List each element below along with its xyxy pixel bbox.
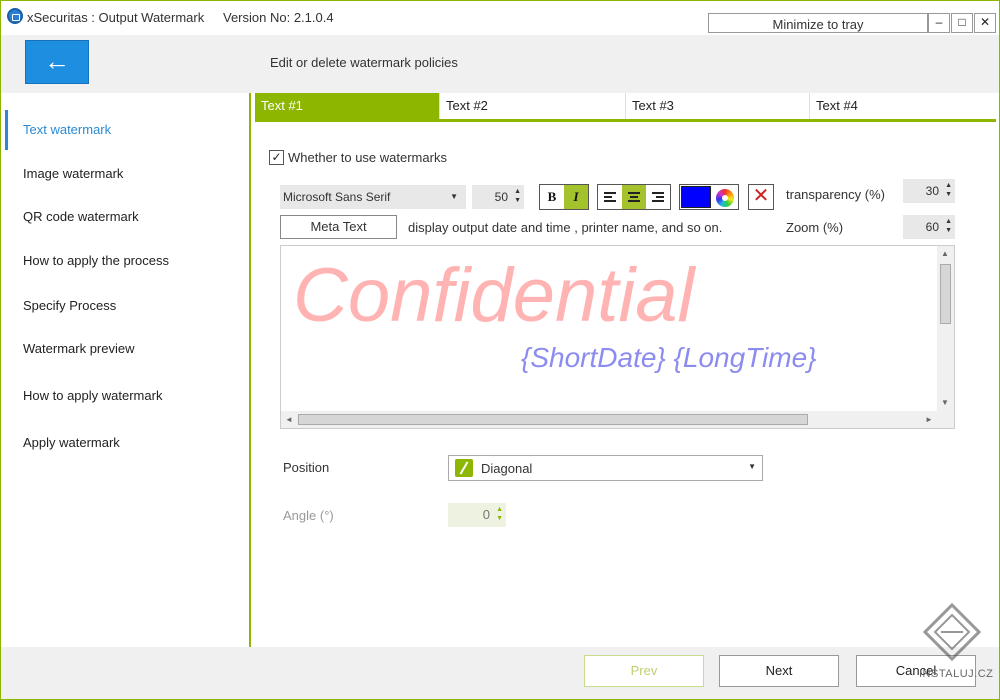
- font-family-select[interactable]: Microsoft Sans Serif ▼: [280, 185, 466, 209]
- font-style-group: B I: [539, 184, 589, 210]
- minimize-button[interactable]: –: [928, 13, 950, 33]
- page-title: Edit or delete watermark policies: [270, 55, 458, 70]
- footer-bar: Prev Next Cancel: [1, 647, 999, 699]
- page-header: ← Edit or delete watermark policies: [1, 35, 999, 93]
- sidebar: Text watermark Image watermark QR code w…: [1, 93, 251, 647]
- color-picker[interactable]: [679, 184, 739, 210]
- title-bar: xSecuritas : Output Watermark Version No…: [1, 1, 999, 35]
- transparency-value: 30: [925, 184, 939, 198]
- position-select[interactable]: Diagonal ▼: [448, 455, 763, 481]
- minimize-to-tray-button[interactable]: Minimize to tray: [708, 13, 928, 33]
- scroll-left-icon[interactable]: ◄: [285, 415, 293, 424]
- sidebar-item-how-to-apply-watermark[interactable]: How to apply watermark: [5, 376, 245, 416]
- font-size-stepper[interactable]: 50 ▲ ▼: [472, 185, 524, 209]
- align-left-icon: [604, 192, 616, 202]
- stepper-down-icon[interactable]: ▼: [514, 197, 521, 205]
- stepper-up-icon[interactable]: ▲: [496, 506, 503, 514]
- color-wheel-icon[interactable]: [716, 189, 734, 207]
- instaluj-logo-icon: [922, 602, 982, 662]
- text-tabs: Text #1 Text #2 Text #3 Text #4: [255, 93, 996, 122]
- transparency-label: transparency (%): [786, 187, 885, 202]
- horizontal-scrollbar[interactable]: ◄ ►: [281, 411, 954, 428]
- angle-stepper[interactable]: 0 ▲ ▼: [448, 503, 506, 527]
- tab-text-4[interactable]: Text #4: [810, 93, 996, 119]
- horizontal-scroll-thumb[interactable]: [298, 414, 808, 425]
- close-button[interactable]: ✕: [974, 13, 996, 33]
- chevron-down-icon: ▼: [748, 462, 756, 471]
- sidebar-item-apply-watermark[interactable]: Apply watermark: [5, 423, 245, 463]
- arrow-left-icon: ←: [44, 46, 70, 76]
- use-watermark-checkbox[interactable]: ✓: [269, 150, 284, 165]
- align-right-icon: [652, 192, 664, 202]
- transparency-stepper[interactable]: 30 ▲ ▼: [903, 179, 955, 203]
- zoom-label: Zoom (%): [786, 220, 844, 235]
- window-title: xSecuritas : Output Watermark: [27, 10, 205, 25]
- align-center-button[interactable]: [622, 185, 646, 209]
- delete-button[interactable]: ✕: [748, 184, 774, 210]
- stepper-up-icon[interactable]: ▲: [945, 218, 952, 226]
- sidebar-item-image-watermark[interactable]: Image watermark: [5, 154, 245, 194]
- prev-button[interactable]: Prev: [584, 655, 704, 687]
- diagonal-icon: [455, 459, 473, 477]
- back-button[interactable]: ←: [25, 40, 89, 84]
- font-family-value: Microsoft Sans Serif: [283, 190, 391, 204]
- color-swatch[interactable]: [681, 186, 711, 208]
- use-watermark-label: Whether to use watermarks: [288, 150, 447, 165]
- tab-text-1[interactable]: Text #1: [255, 93, 440, 119]
- alignment-group: [597, 184, 671, 210]
- watermark-text-line-1[interactable]: Confidential: [293, 252, 694, 339]
- zoom-stepper[interactable]: 60 ▲ ▼: [903, 215, 955, 239]
- chevron-down-icon: ▼: [450, 192, 458, 201]
- maximize-button[interactable]: □: [951, 13, 973, 33]
- vertical-scrollbar[interactable]: ▲ ▼: [937, 246, 954, 412]
- stepper-up-icon[interactable]: ▲: [945, 182, 952, 190]
- instaluj-watermark-text: INSTALUJ.CZ: [919, 668, 994, 680]
- angle-label: Angle (°): [283, 508, 334, 523]
- app-logo-icon: [7, 8, 23, 24]
- scroll-up-icon[interactable]: ▲: [941, 249, 949, 258]
- tab-text-2[interactable]: Text #2: [440, 93, 626, 119]
- vertical-scroll-thumb[interactable]: [940, 264, 951, 324]
- stepper-down-icon[interactable]: ▼: [945, 191, 952, 199]
- next-button[interactable]: Next: [719, 655, 839, 687]
- zoom-value: 60: [925, 220, 939, 234]
- app-window: xSecuritas : Output Watermark Version No…: [0, 0, 1000, 700]
- position-label: Position: [283, 460, 330, 475]
- watermark-text-line-2[interactable]: {ShortDate} {LongTime}: [521, 342, 817, 374]
- italic-button[interactable]: I: [564, 185, 588, 209]
- align-left-button[interactable]: [598, 185, 622, 209]
- position-value: Diagonal: [481, 461, 533, 476]
- close-x-icon: ✕: [752, 185, 770, 207]
- version-label: Version No: 2.1.0.4: [223, 10, 334, 25]
- scroll-right-icon[interactable]: ►: [925, 415, 933, 424]
- meta-text-button[interactable]: Meta Text: [280, 215, 397, 239]
- font-size-value: 50: [494, 190, 508, 204]
- watermark-text-editor[interactable]: Confidential {ShortDate} {LongTime} ▲ ▼ …: [280, 245, 955, 429]
- align-center-icon: [628, 192, 640, 202]
- stepper-down-icon[interactable]: ▼: [496, 515, 503, 523]
- sidebar-item-watermark-preview[interactable]: Watermark preview: [5, 329, 245, 369]
- sidebar-item-text-watermark[interactable]: Text watermark: [5, 110, 245, 150]
- stepper-down-icon[interactable]: ▼: [945, 227, 952, 235]
- sidebar-item-qr-code-watermark[interactable]: QR code watermark: [5, 197, 245, 237]
- tab-text-3[interactable]: Text #3: [626, 93, 810, 119]
- stepper-up-icon[interactable]: ▲: [514, 188, 521, 196]
- align-right-button[interactable]: [646, 185, 670, 209]
- angle-value: 0: [482, 507, 490, 522]
- sidebar-item-how-to-apply-process[interactable]: How to apply the process: [5, 241, 245, 281]
- bold-button[interactable]: B: [540, 185, 564, 209]
- sidebar-item-specify-process[interactable]: Specify Process: [5, 286, 245, 326]
- scroll-down-icon[interactable]: ▼: [941, 398, 949, 407]
- meta-text-description: display output date and time , printer n…: [408, 220, 723, 235]
